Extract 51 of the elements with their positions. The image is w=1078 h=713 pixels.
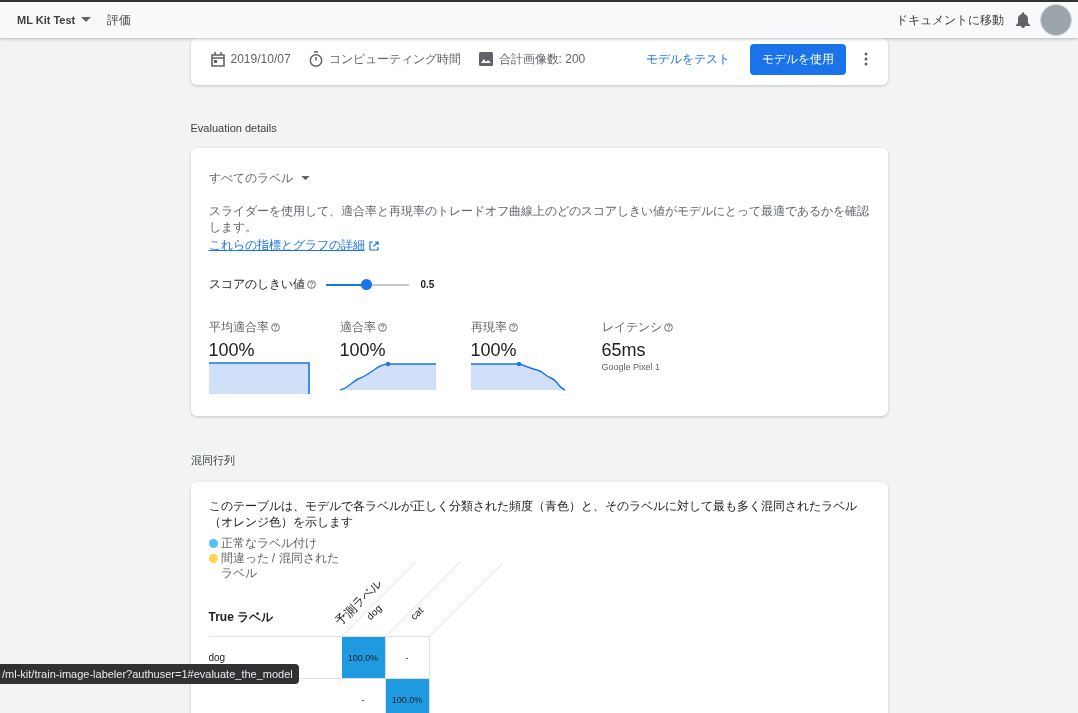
row-label: dog <box>208 652 226 663</box>
caret-icon <box>300 176 310 181</box>
help-icon[interactable] <box>306 280 316 289</box>
matrix-cell: 100.0% <box>385 679 430 713</box>
external-link-icon[interactable] <box>368 240 379 251</box>
section-heading: 混同行列 <box>190 453 236 468</box>
matrix-cell: 100.0% <box>341 637 386 678</box>
docs-link[interactable]: ドキュメントに移動 <box>896 11 1004 29</box>
metric-label: レイテンシ <box>601 319 662 336</box>
image-count-text: 合計画像数: 200 <box>498 50 586 68</box>
metric-value: 100% <box>470 340 518 361</box>
description-text: スライダーを使用して、適合率と再現率のトレードオフ曲線上のどのスコアしきい値がモデルにとって最適であるかを確認します。 <box>208 203 870 235</box>
metric-value: 100% <box>339 340 387 361</box>
metric-label: 適合率 <box>339 319 376 336</box>
project-selector[interactable]: ML Kit Test <box>17 14 92 26</box>
image-icon <box>478 52 493 66</box>
caret-icon <box>81 17 92 23</box>
test-model-button[interactable]: モデルをテスト <box>639 49 736 69</box>
matrix-cell: - <box>341 679 386 713</box>
column-label: cat <box>407 604 425 622</box>
column-label: dog <box>363 602 384 622</box>
legend-label: 間違った / 混同されたラベル <box>220 551 340 581</box>
timer-icon <box>308 51 323 67</box>
help-icon[interactable] <box>377 323 387 332</box>
threshold-label: スコアのしきい値 <box>208 276 305 293</box>
metric-label: 平均適合率 <box>208 319 269 336</box>
metric-label: 再現率 <box>470 319 507 336</box>
threshold-slider[interactable] <box>325 278 409 291</box>
notifications-icon[interactable] <box>1016 12 1030 28</box>
page-title: 評価 <box>107 11 132 29</box>
help-icon[interactable] <box>508 323 518 332</box>
device-name: Google Pixel 1 <box>601 362 662 372</box>
details-link[interactable]: これらの指標とグラフの詳細 <box>208 237 365 254</box>
row-header: True ラベル <box>208 610 274 624</box>
status-url: /ml-kit/train-image-labeler?authuser=1#evaluate_the_model <box>0 664 299 684</box>
legend-label: 正常なラベル付け <box>220 536 317 551</box>
avatar[interactable] <box>1040 4 1072 36</box>
matrix-cell: - <box>385 637 430 678</box>
calendar-icon <box>210 51 225 67</box>
label-filter-dropdown[interactable]: すべてのラベル <box>208 170 310 187</box>
help-icon[interactable] <box>663 323 673 332</box>
use-model-button[interactable]: モデルを使用 <box>749 43 846 75</box>
date-text: 2019/10/07 <box>230 52 291 66</box>
metric-value: 100% <box>208 340 256 361</box>
help-icon[interactable] <box>270 323 280 332</box>
more-icon[interactable] <box>863 52 868 66</box>
compute-time-text: コンピューティング時間 <box>328 50 461 68</box>
threshold-value: 0.5 <box>420 279 435 290</box>
metric-value: 65ms <box>601 340 647 361</box>
description-text: このテーブルは、モデルで各ラベルが正しく分類された頻度（青色）と、そのラベルに対して最も多く混同されたラベル（オレンジ色）を示します <box>208 498 858 530</box>
section-heading: Evaluation details <box>190 122 278 134</box>
